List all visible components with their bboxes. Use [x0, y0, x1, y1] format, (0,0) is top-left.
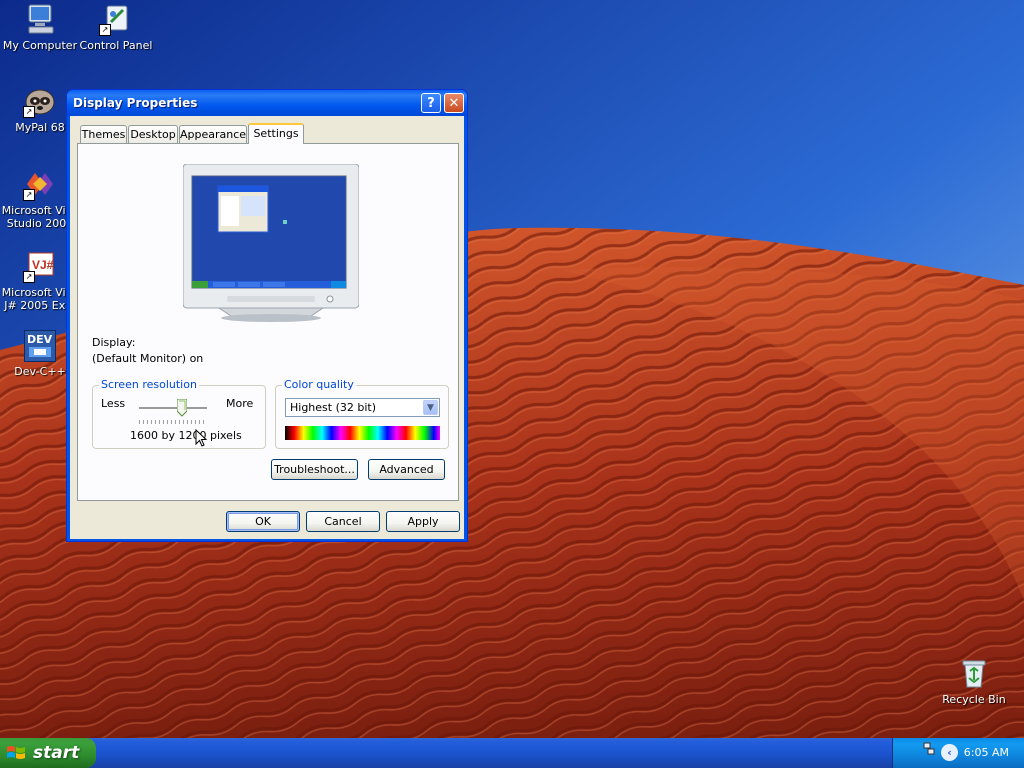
button-label: Apply — [407, 515, 439, 528]
cancel-button[interactable]: Cancel — [306, 511, 380, 532]
start-button[interactable]: start — [0, 738, 96, 768]
slider-more-label: More — [226, 397, 254, 410]
tab-appearance[interactable]: Appearance — [179, 125, 247, 143]
tab-desktop[interactable]: Desktop — [128, 125, 178, 143]
close-button[interactable]: ✕ — [444, 93, 464, 113]
chevron-down-icon[interactable]: ▼ — [423, 400, 438, 415]
desktop-icon-label: Control Panel — [79, 39, 153, 52]
button-label: Troubleshoot... — [274, 463, 355, 476]
devcpp-icon: DEV — [24, 330, 56, 362]
close-icon: ✕ — [448, 96, 460, 111]
control-panel-icon: ↗ — [99, 2, 133, 36]
tab-label: Settings — [253, 127, 299, 140]
color-quality-title: Color quality — [282, 378, 356, 391]
shortcut-arrow-icon: ↗ — [23, 106, 35, 118]
button-label: Cancel — [324, 515, 362, 528]
color-quality-group: Color quality Highest (32 bit) ▼ — [275, 378, 449, 449]
mouse-cursor-icon — [195, 428, 208, 450]
visual-studio-icon: ↗ — [23, 167, 57, 201]
color-spectrum-preview — [285, 426, 440, 440]
apply-button[interactable]: Apply — [386, 511, 460, 532]
desktop-icon-recycle-bin[interactable]: Recycle Bin — [934, 656, 1014, 706]
taskbar: start ? ‹ 6:05 AM — [0, 738, 1024, 768]
windows-flag-icon — [6, 744, 26, 762]
slider-less-label: Less — [101, 397, 126, 410]
advanced-button[interactable]: Advanced — [368, 459, 445, 480]
button-label: OK — [255, 515, 271, 528]
display-value: (Default Monitor) on — [92, 352, 204, 365]
computer-icon — [23, 2, 57, 36]
shortcut-arrow-icon: ↗ — [23, 189, 35, 201]
recycle-bin-icon — [957, 656, 991, 690]
settings-tab-panel: Display: (Default Monitor) on Screen res… — [77, 143, 459, 501]
resolution-slider-ticks — [139, 420, 207, 424]
tab-label: Appearance — [180, 128, 247, 141]
tab-themes[interactable]: Themes — [80, 125, 127, 143]
ok-button[interactable]: OK — [226, 511, 300, 532]
desktop-icon-control-panel[interactable]: ↗ Control Panel — [76, 2, 156, 52]
button-label: Advanced — [379, 463, 434, 476]
display-properties-window: Display Properties ? ✕ Themes Desktop Ap… — [66, 89, 468, 542]
resolution-slider-thumb[interactable] — [176, 398, 188, 417]
tray-expand-chevron-icon[interactable]: ‹ — [941, 744, 958, 761]
raccoon-browser-icon: ↗ — [23, 84, 57, 118]
display-label: Display: — [92, 336, 136, 349]
shortcut-arrow-icon: ↗ — [23, 271, 35, 283]
svg-text:VJ#: VJ# — [32, 258, 54, 272]
monitor-preview — [182, 163, 360, 322]
system-tray: ‹ 6:05 AM — [892, 738, 1024, 768]
desktop-icon-label: My Computer — [2, 39, 78, 52]
resolution-slider-track[interactable] — [139, 407, 207, 410]
help-icon: ? — [427, 96, 435, 111]
troubleshoot-button[interactable]: Troubleshoot... — [271, 459, 358, 480]
color-quality-selected: Highest (32 bit) — [290, 401, 377, 414]
color-quality-select[interactable]: Highest (32 bit) ▼ — [285, 398, 440, 417]
start-label: start — [33, 743, 80, 763]
vjsharp-icon: VJ# ↗ — [23, 249, 57, 283]
shortcut-arrow-icon: ↗ — [99, 24, 111, 36]
desktop-icon-my-computer[interactable]: My Computer — [0, 2, 80, 52]
screen-resolution-group: Screen resolution Less More 1600 by 1200… — [92, 378, 266, 449]
window-client-area: Themes Desktop Appearance Settings Displ… — [70, 116, 464, 539]
tab-label: Themes — [81, 128, 126, 141]
desktop-icon-label: Recycle Bin — [942, 693, 1006, 706]
help-button[interactable]: ? — [421, 93, 441, 113]
clock[interactable]: 6:05 AM — [964, 746, 1009, 759]
tab-settings[interactable]: Settings — [248, 123, 304, 144]
window-title: Display Properties — [73, 96, 198, 110]
resolution-value: 1600 by 1200 pixels — [130, 429, 242, 442]
tab-label: Desktop — [130, 128, 176, 141]
network-icon[interactable] — [923, 742, 935, 759]
window-titlebar[interactable]: Display Properties ? ✕ — [67, 90, 467, 116]
screen-resolution-title: Screen resolution — [99, 378, 199, 391]
